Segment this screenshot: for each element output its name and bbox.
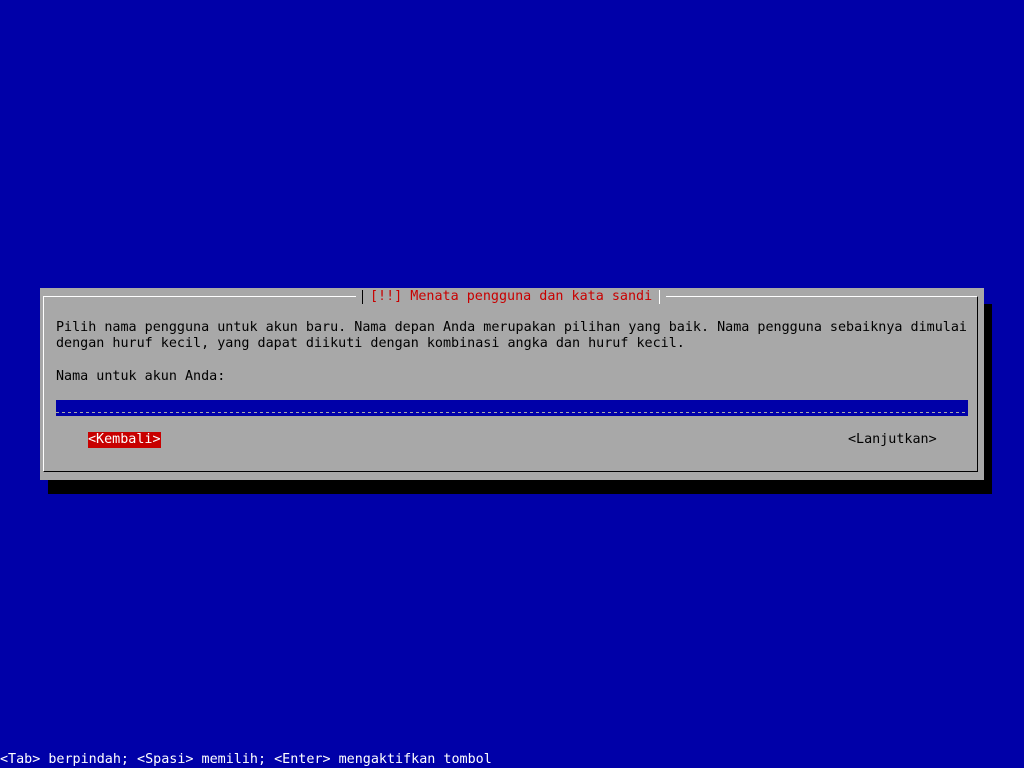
back-button[interactable]: <Kembali> xyxy=(88,432,161,448)
dialog-title-bar: [!!] Menata pengguna dan kata sandi xyxy=(356,289,667,305)
username-input[interactable] xyxy=(56,400,968,416)
description-line: Pilih nama pengguna untuk akun baru. Nam… xyxy=(56,320,967,335)
dialog-description: Pilih nama pengguna untuk akun baru. Nam… xyxy=(56,320,976,352)
description-line: dengan huruf kecil, yang dapat diikuti d… xyxy=(56,336,685,351)
username-label: Nama untuk akun Anda: xyxy=(56,369,226,384)
installer-dialog: [!!] Menata pengguna dan kata sandi Pili… xyxy=(40,288,984,480)
dialog-title: [!!] Menata pengguna dan kata sandi xyxy=(370,289,653,304)
title-right-tick xyxy=(659,290,661,304)
keyboard-help: <Tab> berpindah; <Spasi> memilih; <Enter… xyxy=(0,752,492,767)
continue-button[interactable]: <Lanjutkan> xyxy=(848,432,937,448)
